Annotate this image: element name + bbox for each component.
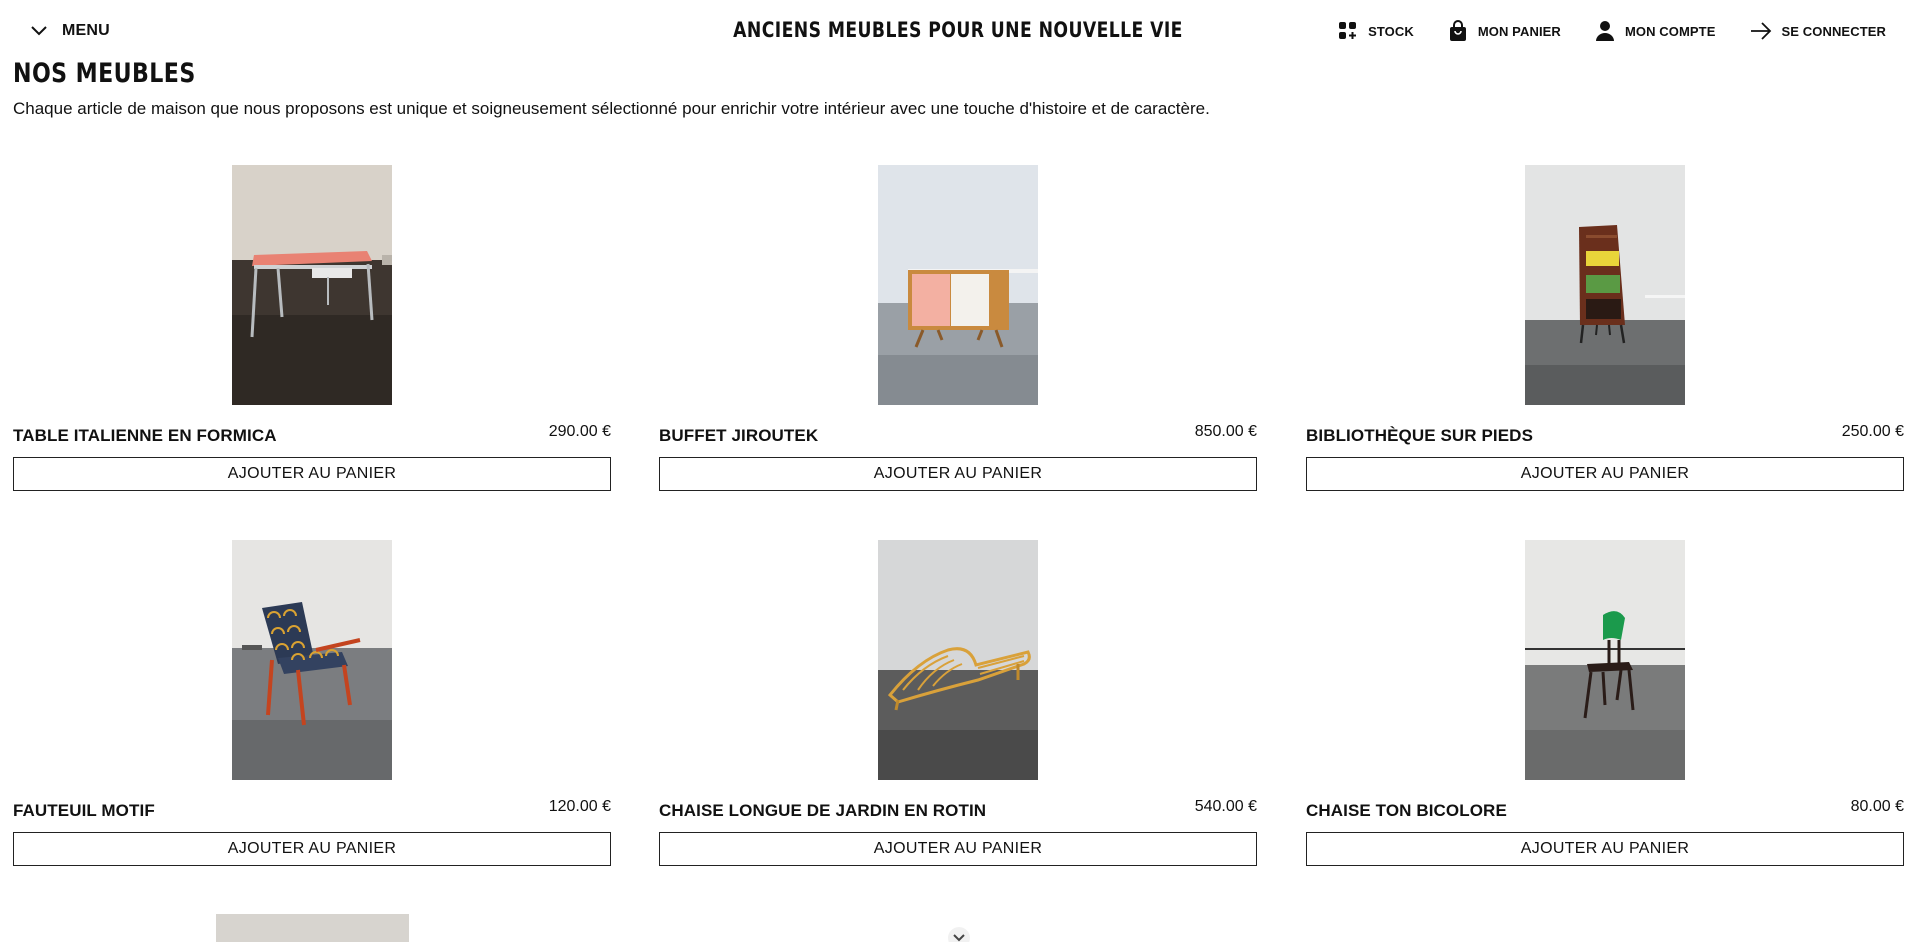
two-tone-chair-photo[interactable]: [1525, 540, 1685, 780]
nav-login[interactable]: SE CONNECTER: [1750, 22, 1887, 40]
menu-label: MENU: [62, 22, 110, 39]
product-name[interactable]: CHAISE TON BICOLORE: [1306, 801, 1507, 821]
product-price: 250.00 €: [1841, 423, 1904, 440]
product-name[interactable]: FAUTEUIL MOTIF: [13, 801, 155, 821]
formica-desk-photo[interactable]: [232, 165, 392, 405]
rattan-lounger-photo[interactable]: [878, 540, 1038, 780]
nav-stock-label: STOCK: [1368, 23, 1414, 39]
scroll-down-button[interactable]: [948, 927, 970, 942]
nav-account-label: MON COMPTE: [1624, 23, 1716, 39]
product-photo-partial[interactable]: [216, 914, 409, 942]
top-nav: STOCK MON PANIER MON COMPTE SE CONNECTER: [1338, 20, 1886, 42]
add-to-cart-button[interactable]: AJOUTER AU PANIER: [659, 457, 1257, 491]
menu-button[interactable]: MENU: [30, 22, 110, 40]
arrow-right-icon: [1750, 22, 1771, 40]
grid-plus-icon: [1339, 22, 1357, 39]
product-price: 540.00 €: [1194, 798, 1257, 815]
nav-cart[interactable]: MON PANIER: [1448, 20, 1561, 42]
site-header: MENU ANCIENS MEUBLES POUR UNE NOUVELLE V…: [0, 0, 1916, 62]
product-name[interactable]: BUFFET JIROUTEK: [659, 426, 818, 446]
page-title: NOS MEUBLES: [13, 58, 196, 89]
add-to-cart-button[interactable]: AJOUTER AU PANIER: [13, 457, 611, 491]
chevron-down-icon: [31, 26, 47, 36]
product-name[interactable]: TABLE ITALIENNE EN FORMICA: [13, 426, 277, 446]
product-price: 120.00 €: [548, 798, 611, 815]
chevron-down-icon: [953, 934, 965, 942]
nav-account[interactable]: MON COMPTE: [1595, 20, 1716, 42]
product-name[interactable]: BIBLIOTHÈQUE SUR PIEDS: [1306, 426, 1533, 446]
user-icon: [1595, 21, 1614, 41]
page-intro: Chaque article de maison que nous propos…: [13, 99, 1210, 118]
product-name[interactable]: CHAISE LONGUE DE JARDIN EN ROTIN: [659, 801, 986, 821]
nav-cart-label: MON PANIER: [1477, 23, 1561, 39]
nav-stock[interactable]: STOCK: [1338, 21, 1414, 41]
add-to-cart-button[interactable]: AJOUTER AU PANIER: [1306, 832, 1904, 866]
add-to-cart-button[interactable]: AJOUTER AU PANIER: [659, 832, 1257, 866]
product-price: 80.00 €: [1850, 798, 1904, 815]
bookcase-photo[interactable]: [1525, 165, 1685, 405]
product-price: 850.00 €: [1194, 423, 1257, 440]
shopping-bag-icon: [1449, 20, 1466, 41]
armchair-photo[interactable]: [232, 540, 392, 780]
product-price: 290.00 €: [548, 423, 611, 440]
sideboard-photo[interactable]: [878, 165, 1038, 405]
add-to-cart-button[interactable]: AJOUTER AU PANIER: [1306, 457, 1904, 491]
nav-login-label: SE CONNECTER: [1781, 23, 1886, 39]
add-to-cart-button[interactable]: AJOUTER AU PANIER: [13, 832, 611, 866]
